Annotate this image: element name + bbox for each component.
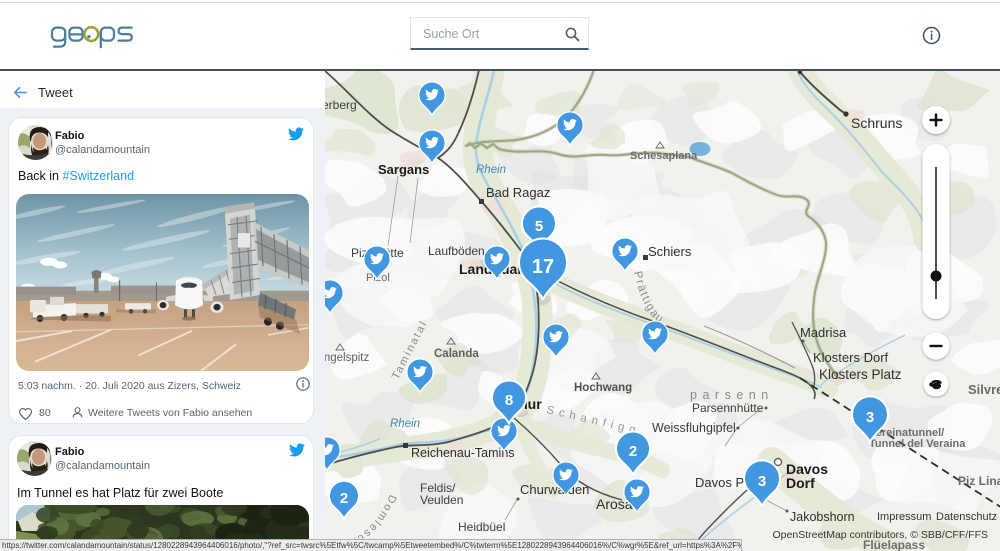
svg-text:2: 2	[340, 490, 348, 507]
svg-text:Schesaplana: Schesaplana	[630, 150, 698, 162]
svg-text:Flüelapass: Flüelapass	[863, 538, 925, 551]
svg-text:8: 8	[505, 392, 513, 409]
svg-text:erberg: erberg	[325, 98, 357, 112]
svg-text:Impressum: Impressum	[877, 511, 931, 523]
svg-text:Piz Linard: Piz Linard	[958, 474, 1000, 488]
svg-text:Silvretta: Silvretta	[968, 382, 1000, 397]
svg-text:5: 5	[535, 218, 543, 235]
svg-text:Laufböden: Laufböden	[428, 244, 485, 258]
svg-text:Hochwang: Hochwang	[574, 382, 632, 394]
svg-text:Schiers: Schiers	[648, 244, 692, 259]
svg-text:Parsennhütte: Parsennhütte	[692, 401, 764, 415]
svg-text:Madrisa: Madrisa	[800, 325, 847, 340]
svg-text:3: 3	[758, 473, 766, 490]
svg-text:Schruns: Schruns	[851, 115, 902, 131]
svg-text:Klosters Dorf: Klosters Dorf	[813, 350, 889, 365]
svg-text:Datenschutz: Datenschutz	[936, 511, 997, 523]
svg-text:parsenn: parsenn	[690, 388, 774, 402]
svg-text:Tunnel del Veraina: Tunnel del Veraina	[869, 438, 966, 450]
svg-text:Churwalden: Churwalden	[520, 482, 589, 497]
svg-text:Klosters Platz: Klosters Platz	[819, 367, 902, 382]
svg-text:Dorf: Dorf	[786, 475, 815, 491]
svg-text:3: 3	[866, 409, 874, 426]
svg-text:Rhein: Rhein	[476, 164, 506, 176]
svg-text:Heidbüel: Heidbüel	[458, 520, 505, 534]
svg-text:Veulden: Veulden	[420, 493, 463, 507]
svg-text:Reichenau-Tamins: Reichenau-Tamins	[411, 446, 515, 460]
svg-text:Weissfluhgipfel: Weissfluhgipfel	[652, 421, 736, 435]
svg-text:Jakobshorn: Jakobshorn	[790, 510, 855, 524]
svg-text:Bad Ragaz: Bad Ragaz	[486, 185, 550, 200]
svg-text:Ringelspitz: Ringelspitz	[325, 352, 369, 364]
svg-text:17: 17	[532, 256, 554, 278]
svg-text:Sargans: Sargans	[378, 162, 429, 177]
svg-text:2: 2	[629, 443, 637, 460]
svg-text:Calanda: Calanda	[434, 348, 479, 360]
svg-text:Rhein: Rhein	[390, 418, 420, 430]
